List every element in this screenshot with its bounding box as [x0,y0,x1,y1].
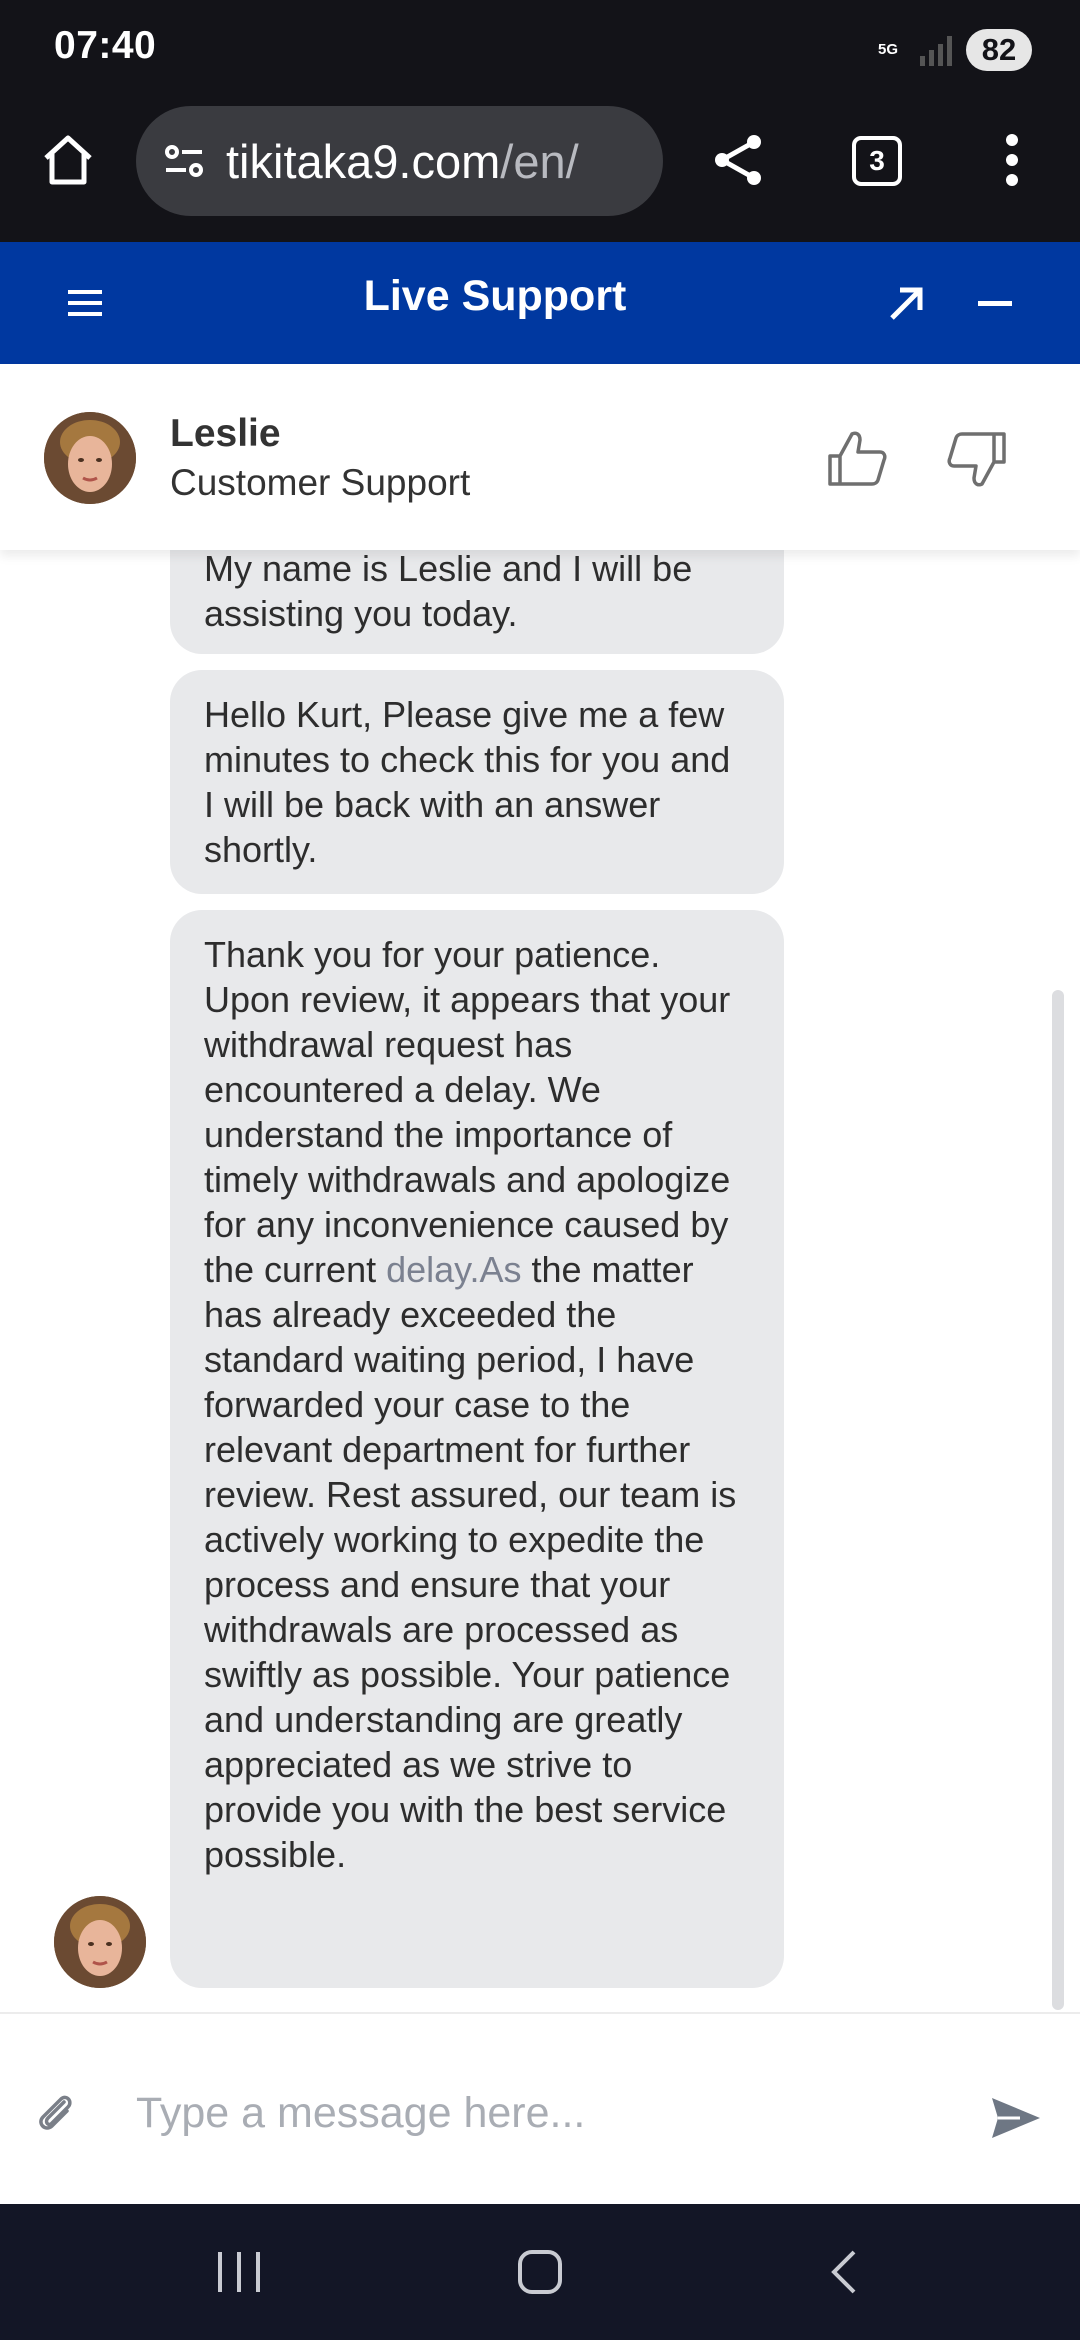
agent-message-avatar [54,1896,146,1988]
recent-apps-icon[interactable] [214,2250,264,2294]
address-bar[interactable]: tikitaka9.com/en/ [136,106,663,216]
agent-avatar [44,412,136,504]
message-text: the matter has already exceeded the stan… [204,1249,737,1875]
status-icons: 5G 82 [870,26,1032,74]
tabs-icon[interactable]: 3 [852,136,902,186]
url-path: /en/ [500,134,579,188]
thumbs-up-icon[interactable] [826,428,888,490]
signal-icon [920,34,952,66]
url-text: tikitaka9.com/en/ [226,134,579,189]
message-text: Thank you for your patience. Upon review… [204,934,731,1290]
support-title: Live Support [363,272,627,320]
system-nav-bar [0,2204,1080,2340]
message-composer [0,2012,1080,2204]
agent-message: My name is Leslie and I will be assistin… [170,550,784,654]
status-time: 07:40 [54,24,157,67]
url-host: tikitaka9.com [226,134,501,188]
back-icon[interactable] [828,2248,858,2296]
minimize-icon[interactable] [978,300,1012,308]
send-icon[interactable] [990,2094,1042,2142]
chat-transcript[interactable]: My name is Leslie and I will be assistin… [0,550,1080,2012]
expand-icon[interactable] [886,284,926,324]
paperclip-icon[interactable] [34,2090,78,2134]
agent-message: Hello Kurt, Please give me a few minutes… [170,670,784,894]
home-circle-icon[interactable] [516,2248,564,2296]
agent-name: Leslie [170,412,281,455]
chat-scrollbar[interactable] [1052,990,1064,2010]
agent-role: Customer Support [170,462,471,503]
more-vert-icon[interactable] [1000,130,1024,190]
message-link[interactable]: delay.As [386,1249,521,1290]
message-text: Hello Kurt, Please give me a few minutes… [204,694,731,870]
thumbs-down-icon[interactable] [946,428,1008,490]
status-bar: 07:40 5G 82 [0,0,1080,96]
agent-message: Thank you for your patience. Upon review… [170,910,784,1988]
site-settings-icon[interactable] [160,137,208,185]
support-header: Live Support [0,242,1080,364]
battery-icon: 82 [966,29,1032,71]
message-text: My name is Leslie and I will be assistin… [204,550,693,634]
home-icon[interactable] [38,130,98,190]
network-type-icon: 5G [877,41,898,58]
agent-header: Leslie Customer Support [0,364,1080,550]
message-input[interactable] [136,2068,936,2158]
share-icon[interactable] [708,130,768,190]
browser-toolbar: tikitaka9.com/en/ 3 [0,96,1080,242]
